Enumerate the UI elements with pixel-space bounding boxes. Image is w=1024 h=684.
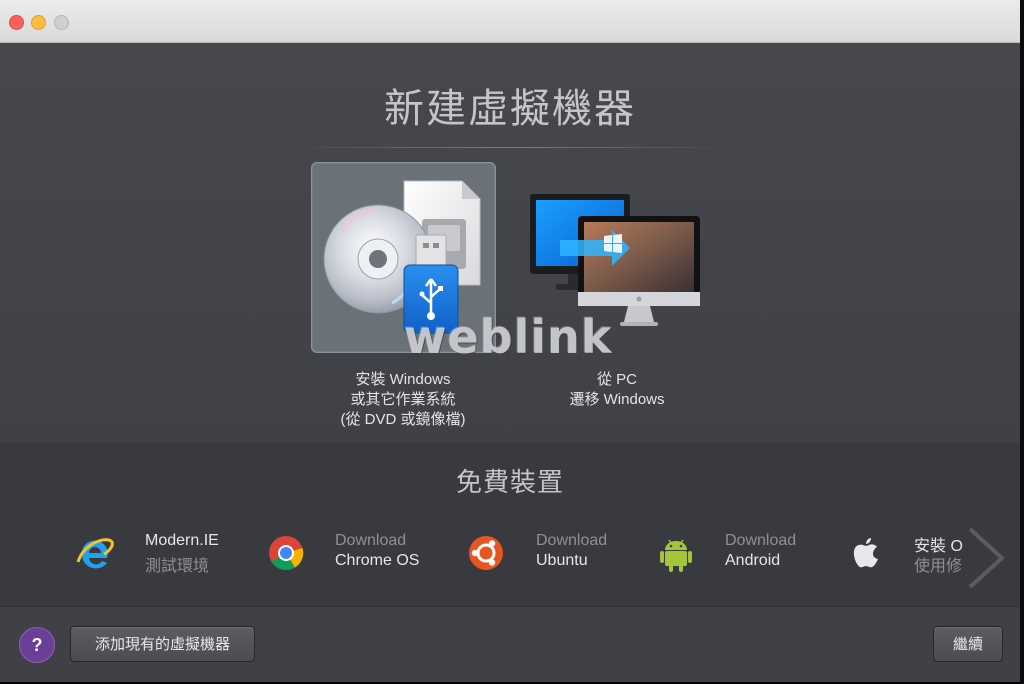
- title-divider: [290, 147, 730, 148]
- free-item-macos[interactable]: 安裝 O 使用修: [845, 528, 963, 576]
- ubuntu-icon: [469, 536, 503, 570]
- install-windows-line-2: 或其它作業系統: [350, 391, 456, 408]
- minimize-window-button[interactable]: [31, 15, 46, 30]
- apple-icon: [853, 538, 878, 568]
- free-item-chrome-os[interactable]: Download Chrome OS: [265, 528, 435, 576]
- migrate-from-pc-label: 從 PC 遷移 Windows: [527, 370, 707, 410]
- migrate-line-2: 遷移 Windows: [569, 391, 665, 408]
- install-windows-line-1: 安裝 Windows: [355, 371, 451, 388]
- install-windows-line-3: (從 DVD 或鏡像檔): [340, 411, 466, 428]
- free-appliances-title: 免費裝置: [455, 468, 564, 498]
- android-icon: [660, 539, 692, 572]
- free-item-line-1: Download: [536, 532, 608, 549]
- continue-button[interactable]: 繼續: [933, 626, 1003, 662]
- migrate-line-1: 從 PC: [596, 371, 637, 388]
- zoom-window-button[interactable]: [54, 15, 69, 30]
- free-item-line-1: Modern.IE: [145, 532, 219, 549]
- close-window-button[interactable]: [9, 15, 24, 30]
- page-title: 新建虛擬機器: [384, 86, 636, 132]
- free-item-line-2: 使用修: [914, 558, 963, 575]
- internet-explorer-icon: [76, 538, 114, 569]
- new-vm-window: 新建虛擬機器 安裝 Windows 或其它作業系統 (從 DVD 或鏡像檔) 從…: [0, 0, 1020, 682]
- free-item-ubuntu[interactable]: Download Ubuntu: [465, 528, 635, 576]
- free-item-android[interactable]: Download Android: [655, 528, 825, 576]
- watermark: weblink: [404, 310, 613, 364]
- free-item-line-2: Android: [725, 552, 781, 569]
- free-item-line-1: Download: [335, 532, 407, 549]
- free-item-line-1: Download: [725, 532, 797, 549]
- chevron-right-icon[interactable]: [962, 523, 1010, 593]
- free-item-line-2: Ubuntu: [536, 552, 588, 569]
- free-item-line-2: 測試環境: [145, 558, 210, 575]
- help-button[interactable]: ?: [19, 627, 55, 663]
- title-bar: [0, 0, 1020, 43]
- add-existing-vm-button[interactable]: 添加現有的虛擬機器: [70, 626, 255, 662]
- chrome-icon: [269, 536, 304, 571]
- free-item-modern-ie[interactable]: Modern.IE 測試環境: [74, 528, 244, 576]
- window-edge: [1020, 0, 1024, 684]
- install-windows-label: 安裝 Windows 或其它作業系統 (從 DVD 或鏡像檔): [313, 370, 493, 430]
- free-item-line-2: Chrome OS: [335, 552, 420, 569]
